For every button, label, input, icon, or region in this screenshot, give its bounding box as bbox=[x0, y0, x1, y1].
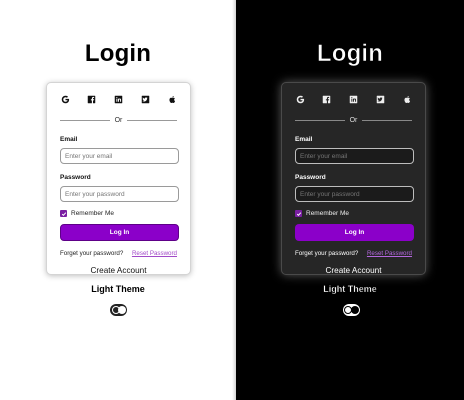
toggle-knob bbox=[118, 306, 126, 314]
linkedin-icon[interactable] bbox=[114, 94, 124, 104]
remember-me-label[interactable]: Remember Me bbox=[71, 210, 114, 217]
forgot-password-text: Forget your password? bbox=[60, 250, 124, 257]
theme-label: Light Theme bbox=[323, 284, 377, 294]
reset-password-link[interactable]: Reset Password bbox=[367, 250, 412, 257]
divider-line bbox=[127, 119, 177, 121]
facebook-icon[interactable] bbox=[87, 94, 97, 104]
divider-line bbox=[295, 119, 345, 121]
login-button[interactable]: Log In bbox=[60, 224, 179, 241]
toggle-knob bbox=[351, 306, 359, 314]
remember-me-checkbox[interactable] bbox=[295, 210, 302, 217]
theme-toggle[interactable] bbox=[343, 304, 360, 316]
login-card: Or Email Password Remember Me Log In For… bbox=[46, 82, 191, 275]
remember-me-row: Remember Me bbox=[295, 209, 412, 218]
or-text: Or bbox=[114, 116, 123, 124]
or-divider: Or bbox=[295, 115, 412, 125]
facebook-icon[interactable] bbox=[322, 94, 332, 104]
remember-me-label[interactable]: Remember Me bbox=[306, 210, 349, 217]
email-label: Email bbox=[295, 136, 313, 143]
forgot-password-text: Forget your password? bbox=[295, 250, 359, 257]
dark-panel: Login Or Email Password Remember Me Log … bbox=[236, 0, 464, 400]
twitter-icon[interactable] bbox=[140, 94, 150, 104]
email-field[interactable] bbox=[60, 148, 179, 164]
page-title: Login bbox=[316, 40, 384, 68]
theme-toggle[interactable] bbox=[110, 304, 127, 316]
password-field[interactable] bbox=[295, 186, 414, 202]
google-icon[interactable] bbox=[295, 94, 305, 104]
twitter-icon[interactable] bbox=[375, 94, 385, 104]
light-panel: Login Or Email Password Remember Me Log … bbox=[0, 0, 236, 400]
social-login-row bbox=[60, 92, 177, 106]
create-account-link[interactable]: Create Account bbox=[295, 266, 412, 276]
create-account-link[interactable]: Create Account bbox=[60, 266, 177, 276]
apple-icon[interactable] bbox=[167, 94, 177, 104]
or-divider: Or bbox=[60, 115, 177, 125]
page-title: Login bbox=[84, 40, 152, 67]
login-card: Or Email Password Remember Me Log In For… bbox=[281, 82, 426, 275]
or-text: Or bbox=[349, 116, 358, 124]
remember-me-row: Remember Me bbox=[60, 209, 177, 218]
password-field[interactable] bbox=[60, 186, 179, 202]
divider-line bbox=[60, 119, 110, 121]
google-icon[interactable] bbox=[60, 94, 70, 104]
password-label: Password bbox=[60, 174, 91, 181]
password-label: Password bbox=[295, 174, 326, 181]
linkedin-icon[interactable] bbox=[349, 94, 359, 104]
social-login-row bbox=[295, 92, 412, 106]
forgot-row: Forget your password? Reset Password bbox=[60, 249, 177, 258]
divider-line bbox=[362, 119, 412, 121]
forgot-row: Forget your password? Reset Password bbox=[295, 249, 412, 258]
theme-label: Light Theme bbox=[91, 284, 145, 294]
email-label: Email bbox=[60, 136, 78, 143]
remember-me-checkbox[interactable] bbox=[60, 210, 67, 217]
email-field[interactable] bbox=[295, 148, 414, 164]
apple-icon[interactable] bbox=[402, 94, 412, 104]
login-button[interactable]: Log In bbox=[295, 224, 414, 241]
reset-password-link[interactable]: Reset Password bbox=[132, 250, 177, 257]
